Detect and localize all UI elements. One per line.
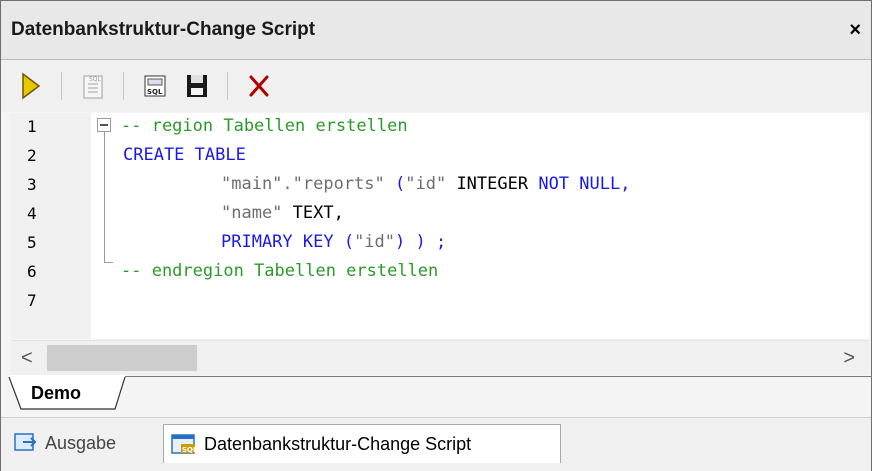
column-type: INTEGER [446, 174, 539, 194]
execute-script-icon [22, 72, 41, 100]
close-button[interactable]: × [849, 1, 861, 59]
toolbar-separator [61, 72, 62, 100]
line-number: 3 [27, 175, 37, 194]
not-null-keyword: NOT NULL, [538, 174, 631, 194]
sql-editor[interactable]: 1 2 3 4 5 6 7 -- region Tabellen erstell… [11, 113, 869, 339]
scroll-right-arrow[interactable]: > [843, 341, 855, 375]
bottom-tab-bar: Ausgabe SQL Datenbankstruktur-Change Scr… [1, 417, 871, 471]
code-line-4: "name" TEXT, [221, 203, 344, 223]
code-line-1: -- region Tabellen erstellen [121, 116, 408, 136]
discard-changes-button[interactable] [243, 70, 275, 102]
svg-text:SQL: SQL [147, 88, 163, 96]
table-identifier: "main"."reports" [221, 174, 385, 194]
tab-demo[interactable]: Demo [31, 383, 81, 404]
tab-change-script-label: Datenbankstruktur-Change Script [204, 433, 472, 454]
save-script-button[interactable] [181, 70, 213, 102]
column-identifier: "id" [405, 174, 447, 194]
tab-ausgabe[interactable]: Ausgabe [13, 424, 153, 462]
open-in-sql-editor-button[interactable]: SQL [77, 70, 109, 102]
svg-text:SQL: SQL [89, 76, 102, 83]
change-script-icon: SQL [171, 434, 198, 454]
execute-script-button[interactable] [15, 70, 47, 102]
region-comment: -- region Tabellen erstellen [121, 116, 408, 136]
scrollbar-thumb[interactable] [47, 345, 197, 371]
line-number: 4 [27, 204, 37, 223]
line-number: 5 [27, 233, 37, 252]
discard-changes-icon [249, 75, 269, 97]
toolbar-separator [123, 72, 124, 100]
code-line-3: "main"."reports" ("id" INTEGER NOT NULL, [221, 174, 630, 194]
document-tab-strip: Demo [1, 375, 871, 413]
tab-change-script[interactable]: SQL Datenbankstruktur-Change Script [163, 424, 561, 463]
toolbar: SQL SQL [1, 60, 871, 112]
generate-script-icon: SQL [144, 75, 166, 97]
column-type: TEXT, [282, 203, 344, 223]
title-bar: Datenbankstruktur-Change Script × [1, 1, 871, 60]
line-number: 7 [27, 291, 37, 310]
horizontal-scrollbar[interactable]: < > [11, 340, 869, 375]
line-number: 6 [27, 262, 37, 281]
collapse-region-toggle[interactable] [97, 118, 111, 132]
fold-guide-line [104, 132, 105, 262]
create-table-keyword: CREATE TABLE [123, 145, 246, 165]
tab-strip-line [119, 376, 871, 377]
line-number: 2 [27, 146, 37, 165]
output-icon [14, 433, 37, 451]
column-identifier: "id" [354, 232, 396, 252]
primary-key-keyword: PRIMARY KEY ( [221, 232, 355, 252]
line-number: 1 [27, 117, 37, 136]
open-in-sql-editor-icon: SQL [83, 75, 103, 99]
svg-text:SQL: SQL [182, 446, 198, 454]
save-script-icon [187, 75, 207, 97]
line-number-gutter: 1 2 3 4 5 6 7 [11, 113, 91, 339]
column-identifier: "name" [221, 203, 283, 223]
code-line-5: PRIMARY KEY ("id") ) ; [221, 232, 446, 252]
window-title: Datenbankstruktur-Change Script [11, 19, 316, 40]
code-line-6: -- endregion Tabellen erstellen [121, 261, 438, 281]
endregion-comment: -- endregion Tabellen erstellen [121, 261, 439, 281]
code-line-2: CREATE TABLE [123, 145, 246, 165]
toolbar-separator [227, 72, 228, 100]
open-paren: ( [384, 174, 406, 194]
fold-guide-end [104, 262, 113, 263]
closing-parens: ) ) ; [395, 232, 447, 252]
tab-ausgabe-label: Ausgabe [45, 432, 117, 453]
generate-script-button[interactable]: SQL [139, 70, 171, 102]
scroll-left-arrow[interactable]: < [21, 341, 33, 375]
change-script-window: Datenbankstruktur-Change Script × SQL SQ [0, 0, 872, 471]
